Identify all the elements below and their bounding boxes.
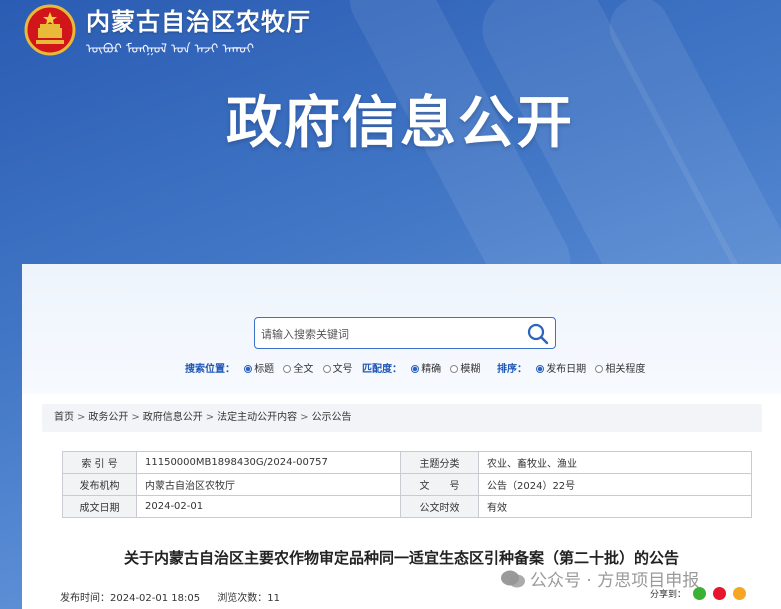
search-input[interactable] (261, 324, 521, 344)
filter-sort: 排序： 发布日期 相关程度 (497, 360, 649, 375)
share-label: 分享到： (650, 590, 687, 600)
search-filters: 搜索位置： 标题 全文 文号 匹配度： 精确 模糊 排序： 发布日期 相关程度 (22, 360, 781, 376)
breadcrumb-gov-affairs[interactable]: 政务公开 (88, 412, 128, 423)
meta-key: 发布机构 (62, 473, 137, 496)
radio-icon (536, 365, 545, 373)
meta-key: 公文时效 (400, 495, 479, 518)
banner-title: 政府信息公开 (226, 91, 574, 156)
document-info: 发布时间：2024-02-01 18:05 浏览次数：11 (60, 589, 294, 604)
meta-value: 内蒙古自治区农牧厅 (136, 473, 401, 496)
radio-icon (322, 365, 331, 373)
meta-value: 公告（2024）22号 (478, 473, 752, 496)
filter-option-relevance[interactable]: 相关程度 (593, 364, 645, 375)
breadcrumb-notices[interactable]: 公示公告 (312, 412, 352, 423)
search-icon[interactable] (525, 321, 551, 347)
radio-icon (595, 365, 604, 373)
watermark: 公众号 · 方思项目申报 (500, 566, 699, 591)
document-title: 关于内蒙古自治区主要农作物审定品种同一适宜生态区引种备案（第二十批）的公告 (123, 549, 679, 567)
content-panel: 搜索位置： 标题 全文 文号 匹配度： 精确 模糊 排序： 发布日期 相关程度 … (22, 264, 781, 609)
meta-value: 2024-02-01 (136, 495, 401, 518)
publish-time: 发布时间：2024-02-01 18:05 (60, 593, 201, 604)
filter-position: 搜索位置： 标题 全文 文号 (185, 360, 357, 375)
meta-value: 农业、畜牧业、渔业 (478, 451, 752, 474)
filter-match-label: 匹配度： (362, 364, 402, 375)
meta-value: 有效 (478, 495, 752, 518)
radio-icon (283, 365, 292, 373)
radio-icon (450, 365, 459, 373)
filter-position-label: 搜索位置： (185, 364, 235, 375)
breadcrumb-home[interactable]: 首页 (54, 412, 74, 423)
breadcrumb: 首页 > 政务公开 > 政府信息公开 > 法定主动公开内容 > 公示公告 (42, 404, 762, 432)
filter-option-fuzzy[interactable]: 模糊 (448, 364, 480, 375)
breadcrumb-statutory-content[interactable]: 法定主动公开内容 (217, 412, 297, 423)
meta-value: 11150000MB1898430G/2024-00757 (136, 451, 401, 474)
site-title-mongolian: ᠥᠪᠦᠷ ᠮᠣᠩᠭᠣᠯ ᠤᠨ ᠠᠵᠢ ᠠᠬᠤᠢ (86, 42, 254, 57)
table-row: 索 引 号 11150000MB1898430G/2024-00757 主题分类… (62, 451, 752, 474)
meta-key: 成文日期 (62, 495, 137, 518)
meta-key: 主题分类 (400, 451, 479, 474)
table-row: 发布机构 内蒙古自治区农牧厅 文 号 公告（2024）22号 (62, 473, 752, 496)
site-title: 内蒙古自治区农牧厅 (86, 7, 311, 36)
national-emblem-icon (24, 4, 76, 56)
filter-option-title[interactable]: 标题 (242, 364, 274, 375)
table-row: 成文日期 2024-02-01 公文时效 有效 (62, 495, 752, 518)
wechat-icon (501, 570, 525, 588)
search-box (254, 317, 556, 349)
filter-option-docno[interactable]: 文号 (321, 364, 353, 375)
breadcrumb-info-disclosure[interactable]: 政府信息公开 (143, 412, 203, 423)
radio-icon (244, 365, 253, 373)
filter-option-fulltext[interactable]: 全文 (281, 364, 313, 375)
filter-sort-label: 排序： (497, 364, 527, 375)
radio-icon (411, 365, 420, 373)
qzone-share-icon[interactable] (732, 587, 746, 600)
watermark-text: 公众号 · 方思项目申报 (530, 571, 700, 591)
filter-match: 匹配度： 精确 模糊 (362, 360, 484, 375)
meta-key: 索 引 号 (62, 451, 137, 474)
document-meta-table: 索 引 号 11150000MB1898430G/2024-00757 主题分类… (62, 451, 752, 518)
meta-key: 文 号 (400, 473, 479, 496)
weibo-share-icon[interactable] (712, 587, 726, 600)
filter-option-date[interactable]: 发布日期 (534, 364, 586, 375)
filter-option-exact[interactable]: 精确 (409, 364, 441, 375)
view-count: 浏览次数：11 (217, 593, 281, 604)
